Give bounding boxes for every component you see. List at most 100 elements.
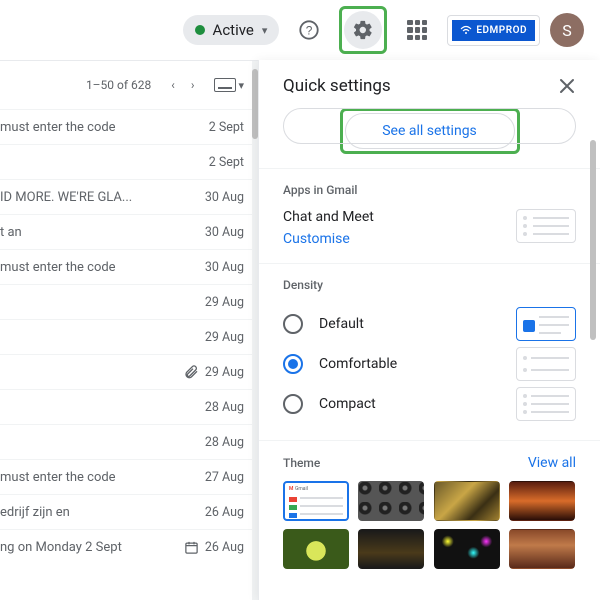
wifi-icon <box>460 25 472 35</box>
radio-button[interactable] <box>283 354 303 374</box>
apps-section: Apps in Gmail Chat and Meet Customise <box>259 168 600 263</box>
quick-settings-panel: Quick settings See all settings Apps in … <box>258 60 600 600</box>
close-icon <box>558 77 576 95</box>
email-subject: must enter the code <box>0 470 122 485</box>
status-chip[interactable]: Active ▾ <box>183 15 280 45</box>
density-preview <box>516 347 576 381</box>
email-row[interactable]: 29 Aug <box>0 319 258 354</box>
email-date: 26 Aug <box>205 540 244 555</box>
email-row[interactable]: 2 Sept <box>0 144 258 179</box>
email-date: 30 Aug <box>205 225 244 240</box>
theme-option[interactable] <box>283 529 349 569</box>
theme-option[interactable] <box>434 481 500 521</box>
see-all-wrap: See all settings <box>259 108 600 168</box>
email-date: 30 Aug <box>205 260 244 275</box>
presence-dot-icon <box>195 25 205 35</box>
density-option[interactable]: Default <box>283 304 576 344</box>
email-row[interactable]: ng on Monday 2 Sept 26 Aug <box>0 529 258 564</box>
email-date: 2 Sept <box>209 120 244 135</box>
email-date: 28 Aug <box>205 435 244 450</box>
theme-option[interactable] <box>509 529 575 569</box>
radio-button[interactable] <box>283 314 303 334</box>
email-row[interactable]: ID MORE. WE'RE GLA... 30 Aug <box>0 179 258 214</box>
top-bar: Active ▾ ? EDMPROD S <box>0 0 600 60</box>
email-row[interactable]: t an 30 Aug <box>0 214 258 249</box>
main-area: 1–50 of 628 ‹ › ▾ must enter the code 2 S… <box>0 60 600 600</box>
see-all-highlight: See all settings <box>340 108 520 154</box>
view-all-themes-link[interactable]: View all <box>528 455 576 471</box>
pager: ‹ › <box>165 74 200 96</box>
email-row[interactable]: must enter the code 2 Sept <box>0 109 258 144</box>
email-row[interactable]: 29 Aug <box>0 354 258 389</box>
theme-section-title: Theme <box>283 456 320 470</box>
email-subject: must enter the code <box>0 260 122 275</box>
list-toolbar: 1–50 of 628 ‹ › ▾ <box>0 61 258 109</box>
email-list: 1–50 of 628 ‹ › ▾ must enter the code 2 S… <box>0 60 258 600</box>
email-subject: edrijf zijn en <box>0 505 76 520</box>
svg-text:?: ? <box>306 24 313 38</box>
email-row[interactable]: edrijf zijn en 26 Aug <box>0 494 258 529</box>
chevron-down-icon: ▾ <box>238 79 244 92</box>
email-date: 2 Sept <box>209 155 244 170</box>
radio-button[interactable] <box>283 394 303 414</box>
close-button[interactable] <box>558 77 576 95</box>
gear-icon <box>352 19 374 41</box>
email-row[interactable]: must enter the code 27 Aug <box>0 459 258 494</box>
theme-option[interactable] <box>358 481 424 521</box>
email-date: 29 Aug <box>205 365 244 380</box>
email-row[interactable]: 28 Aug <box>0 424 258 459</box>
theme-option[interactable] <box>434 529 500 569</box>
help-icon: ? <box>298 19 320 41</box>
avatar-initial: S <box>562 21 572 40</box>
logo-text: EDMPROD <box>476 25 527 36</box>
settings-highlight <box>339 6 387 54</box>
apps-button[interactable] <box>397 10 437 50</box>
density-option[interactable]: Compact <box>283 384 576 424</box>
chevron-down-icon: ▾ <box>262 24 268 37</box>
email-date: 28 Aug <box>205 400 244 415</box>
page-range: 1–50 of 628 <box>86 78 151 92</box>
density-option[interactable]: Comfortable <box>283 344 576 384</box>
density-preview <box>516 307 576 341</box>
apps-preview <box>516 209 576 243</box>
apps-subtitle: Chat and Meet <box>283 209 374 225</box>
keyboard-icon <box>214 78 236 92</box>
email-subject: ID MORE. WE'RE GLA... <box>0 190 138 205</box>
attachment-icon <box>183 364 199 380</box>
email-row[interactable]: 29 Aug <box>0 284 258 319</box>
density-label: Compact <box>319 396 500 412</box>
email-date: 27 Aug <box>205 470 244 485</box>
theme-section: Theme View all M Gmail <box>259 440 600 585</box>
panel-title: Quick settings <box>283 76 391 96</box>
theme-option[interactable] <box>509 481 575 521</box>
account-logo[interactable]: EDMPROD <box>447 15 540 46</box>
email-date: 29 Aug <box>205 330 244 345</box>
density-label: Comfortable <box>319 356 500 372</box>
customise-link[interactable]: Customise <box>283 231 374 247</box>
density-section: Density Default Comfortable Compact <box>259 263 600 440</box>
email-row[interactable]: must enter the code 30 Aug <box>0 249 258 284</box>
avatar[interactable]: S <box>550 13 584 47</box>
density-section-title: Density <box>283 278 576 292</box>
input-tools-button[interactable]: ▾ <box>214 78 244 92</box>
email-subject: ng on Monday 2 Sept <box>0 540 128 555</box>
theme-grid: M Gmail <box>283 481 576 569</box>
email-date: 26 Aug <box>205 505 244 520</box>
see-all-settings-button[interactable]: See all settings <box>345 113 515 149</box>
theme-default[interactable]: M Gmail <box>283 481 349 521</box>
settings-button[interactable] <box>344 11 382 49</box>
density-preview <box>516 387 576 421</box>
prev-page-button[interactable]: ‹ <box>165 74 181 96</box>
email-row[interactable]: 28 Aug <box>0 389 258 424</box>
email-rows: must enter the code 2 Sept 2 Sept ID MORE. … <box>0 109 258 564</box>
apps-grid-icon <box>407 20 427 40</box>
help-button[interactable]: ? <box>289 10 329 50</box>
email-subject: must enter the code <box>0 120 122 135</box>
see-all-label: See all settings <box>382 123 477 139</box>
email-date: 30 Aug <box>205 190 244 205</box>
calendar-icon <box>184 540 199 555</box>
panel-scrollbar[interactable] <box>590 120 596 592</box>
next-page-button[interactable]: › <box>185 74 201 96</box>
email-subject: t an <box>0 225 28 240</box>
theme-option[interactable] <box>358 529 424 569</box>
